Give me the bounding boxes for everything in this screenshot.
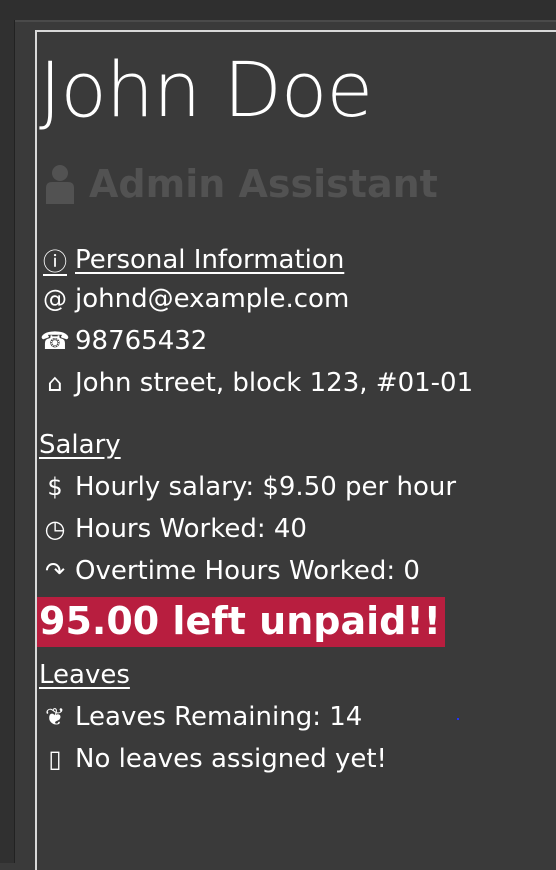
role-label: Admin Assistant (89, 162, 438, 206)
at-icon: @ (43, 285, 67, 313)
phone-icon: ☎ (40, 327, 70, 355)
home-icon: ⌂ (47, 369, 63, 397)
leaves-remaining-row: ❦ Leaves Remaining: 14 (39, 702, 362, 732)
window-top-bar (0, 0, 556, 22)
salary-heading: Salary (39, 430, 121, 460)
salary-heading-label: Salary (39, 430, 121, 460)
dollar-icon: $ (47, 473, 63, 501)
overtime-arrow-icon: ↷ (44, 557, 66, 585)
info-icon: ⓘ (43, 248, 67, 276)
hours-worked-value: Hours Worked: 40 (75, 514, 307, 544)
clock-icon: ◷ (44, 515, 66, 543)
left-side-pane (0, 20, 15, 863)
unpaid-amount-badge: 95.00 left unpaid!! (37, 597, 445, 647)
email-row: @ johnd@example.com (39, 284, 349, 314)
leaves-heading-label: Leaves (39, 660, 130, 690)
address-value: John street, block 123, #01-01 (75, 368, 474, 398)
hourly-salary-row: $ Hourly salary: $9.50 per hour (39, 472, 456, 502)
hours-worked-row: ◷ Hours Worked: 40 (39, 514, 307, 544)
leaves-assigned-row: ▯ No leaves assigned yet! (39, 744, 387, 774)
person-icon (46, 165, 74, 204)
calendar-icon: ▯ (48, 745, 62, 773)
person-role: Admin Assistant (43, 162, 438, 206)
person-detail-panel: John Doe Admin Assistant ⓘ Personal Info… (35, 30, 556, 870)
leaves-assigned-value: No leaves assigned yet! (75, 744, 387, 774)
hourly-salary-value: Hourly salary: $9.50 per hour (75, 472, 457, 502)
personal-info-heading-label: Personal Information (75, 244, 345, 275)
leaves-remaining-value: Leaves Remaining: 14 (75, 702, 363, 732)
phone-row: ☎ 98765432 (39, 326, 207, 356)
overtime-value: Overtime Hours Worked: 0 (75, 556, 420, 586)
overtime-row: ↷ Overtime Hours Worked: 0 (39, 556, 420, 586)
phone-value: 98765432 (75, 326, 208, 356)
stray-dot (457, 718, 459, 720)
personal-info-heading: ⓘ Personal Information (39, 242, 344, 277)
person-name: John Doe (39, 45, 373, 134)
leaves-heading: Leaves (39, 660, 130, 690)
leaf-icon: ❦ (44, 703, 66, 731)
email-value: johnd@example.com (75, 284, 350, 314)
address-row: ⌂ John street, block 123, #01-01 (39, 368, 473, 398)
